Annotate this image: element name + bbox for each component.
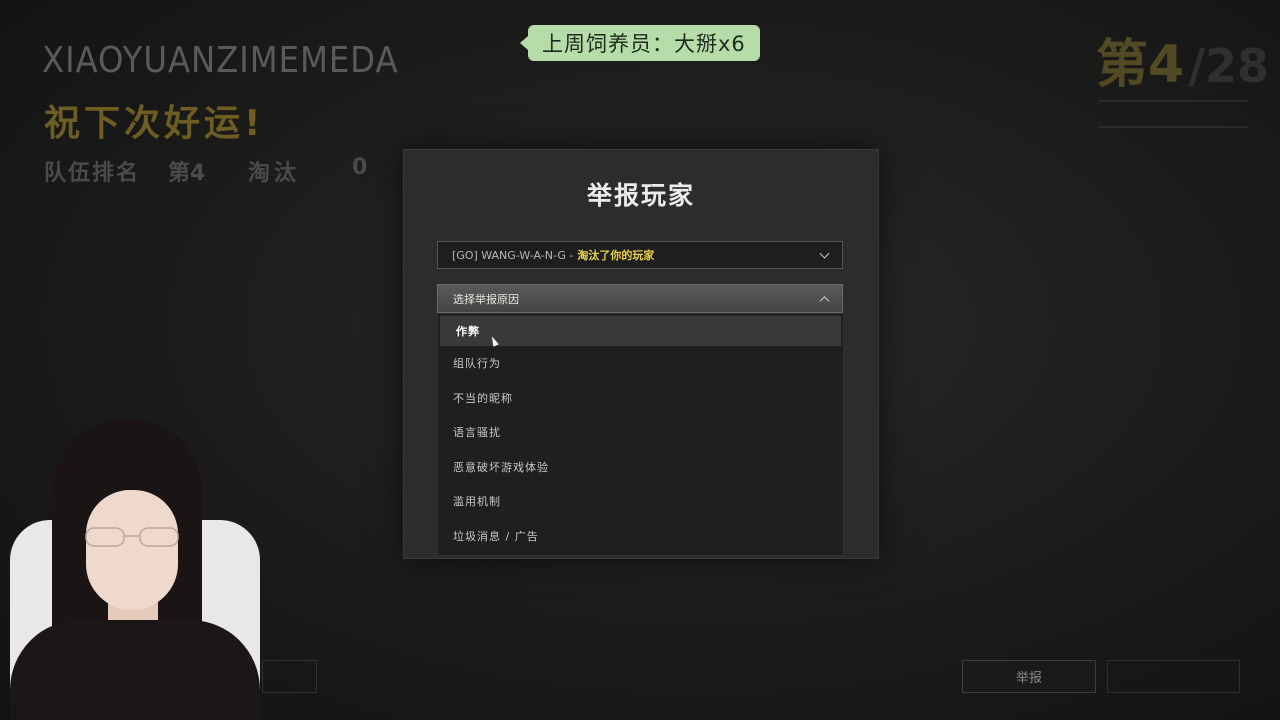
feeder-badge: 上周饲养员：大掰x6 bbox=[520, 25, 760, 61]
body bbox=[10, 620, 260, 720]
divider bbox=[1098, 100, 1248, 102]
modal-title: 举报玩家 bbox=[586, 181, 695, 210]
divider bbox=[1098, 126, 1248, 128]
reason-option-verbal-harassment[interactable]: 语言骚扰 bbox=[438, 415, 843, 450]
player-name: XIAOYUANZIMEMEDA bbox=[42, 40, 399, 81]
report-button[interactable]: 举报 bbox=[962, 660, 1096, 693]
bottom-left-button[interactable] bbox=[262, 660, 317, 693]
reported-player-name: [GO] WANG-W-A-N-G - bbox=[452, 248, 574, 262]
team-rank-row: 队伍排名 第4 淘汰 0 bbox=[44, 155, 382, 187]
placement-display: 第4 /28 bbox=[1096, 22, 1269, 97]
eliminations-label: 淘汰 bbox=[248, 161, 301, 186]
webcam-overlay bbox=[0, 420, 265, 720]
reason-option-griefing[interactable]: 恶意破坏游戏体验 bbox=[438, 450, 843, 485]
chevron-down-icon bbox=[819, 248, 830, 259]
reported-player-relation: 淘汰了你的玩家 bbox=[577, 249, 655, 262]
glasses-icon bbox=[85, 527, 179, 547]
chevron-up-icon bbox=[819, 295, 830, 306]
placement-rank: 第4 bbox=[1096, 35, 1185, 95]
secondary-button[interactable] bbox=[1107, 660, 1240, 693]
reason-option-inappropriate-name[interactable]: 不当的昵称 bbox=[438, 381, 843, 416]
eliminations-value: 0 bbox=[352, 155, 368, 180]
reason-option-teaming[interactable]: 组队行为 bbox=[438, 346, 843, 381]
reason-option-spam-ads[interactable]: 垃圾消息 / 广告 bbox=[438, 519, 843, 554]
team-rank-value: 第4 bbox=[168, 161, 206, 186]
player-select-dropdown[interactable]: [GO] WANG-W-A-N-G - 淘汰了你的玩家 bbox=[437, 241, 843, 269]
reason-list: 作弊 组队行为 不当的昵称 语言骚扰 恶意破坏游戏体验 滥用机制 垃圾消息 / … bbox=[437, 313, 844, 556]
face bbox=[86, 490, 178, 610]
reason-select-dropdown[interactable]: 选择举报原因 bbox=[437, 284, 843, 313]
report-player-modal: 举报玩家 [GO] WANG-W-A-N-G - 淘汰了你的玩家 选择举报原因 … bbox=[403, 149, 879, 559]
team-rank-label: 队伍排名 bbox=[44, 161, 141, 186]
reason-option-cheating[interactable]: 作弊 bbox=[440, 316, 841, 346]
reason-select-placeholder: 选择举报原因 bbox=[453, 292, 519, 306]
reason-option-exploit-abuse[interactable]: 滥用机制 bbox=[438, 484, 843, 519]
good-luck-message: 祝下次好运! bbox=[44, 103, 265, 144]
placement-total: /28 bbox=[1188, 39, 1270, 93]
